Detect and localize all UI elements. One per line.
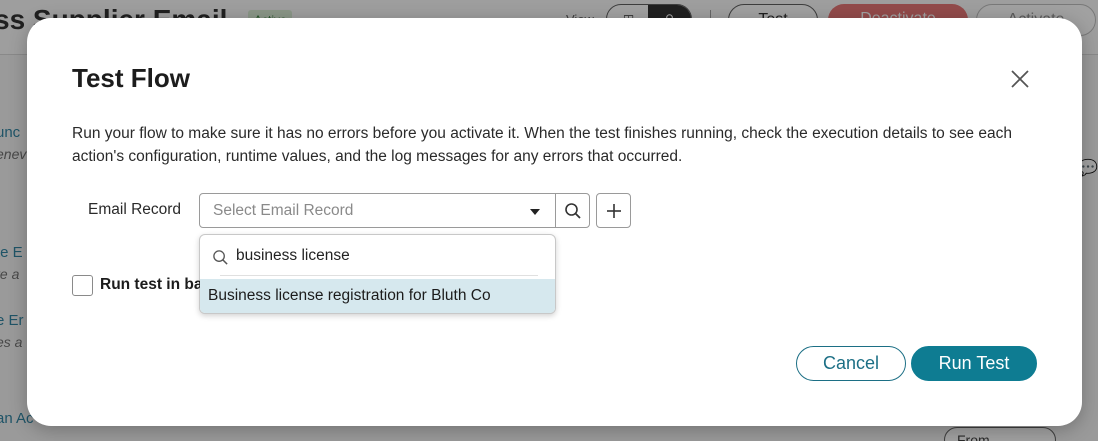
dropdown-search-input[interactable] <box>236 247 536 265</box>
dialog-title: Test Flow <box>72 63 190 93</box>
test-flow-dialog: Test Flow Run your flow to make sure it … <box>27 18 1082 426</box>
lookup-search-button[interactable] <box>555 193 590 228</box>
dropdown-option[interactable]: Business license registration for Bluth … <box>200 279 555 313</box>
search-icon <box>213 250 228 265</box>
search-icon <box>564 202 581 219</box>
close-icon[interactable] <box>1009 68 1031 90</box>
plus-icon <box>606 203 621 218</box>
select-placeholder: Select Email Record <box>213 202 354 219</box>
run-test-button[interactable]: Run Test <box>911 346 1037 381</box>
chevron-down-icon[interactable] <box>530 209 540 215</box>
cancel-button[interactable]: Cancel <box>796 346 906 381</box>
run-in-background-label[interactable]: Run test in background <box>100 276 200 294</box>
close-button[interactable] <box>1009 68 1031 90</box>
dropdown-divider <box>220 275 538 276</box>
run-in-background-checkbox[interactable] <box>72 275 93 296</box>
add-record-button[interactable] <box>596 193 631 228</box>
record-dropdown: Business license registration for Bluth … <box>199 234 556 314</box>
email-record-select[interactable]: Select Email Record <box>199 193 556 228</box>
email-record-label: Email Record <box>88 201 182 218</box>
dialog-description: Run your flow to make sure it has no err… <box>72 125 1012 165</box>
